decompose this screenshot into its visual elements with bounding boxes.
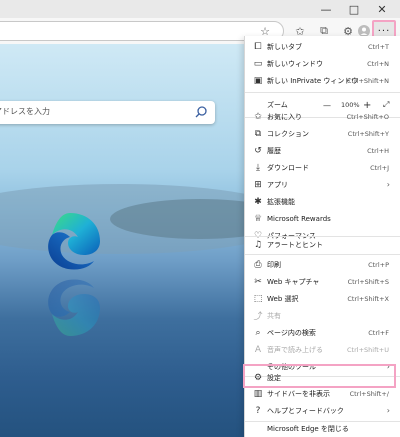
menu-label: 履歴	[267, 146, 281, 155]
menu-shortcut: Ctrl+N	[367, 59, 389, 68]
extensions-icon: ✱	[254, 196, 262, 207]
menu-close-edge[interactable]: Microsoft Edge を閉じる	[245, 420, 400, 437]
menu-divider	[245, 254, 400, 255]
menu-label: Web 選択	[267, 294, 299, 303]
menu-share: ⤴ 共有	[245, 307, 400, 324]
menu-label: 新しい InPrivate ウィンドウ	[267, 76, 359, 85]
menu-label: 拡張機能	[267, 197, 295, 206]
search-placeholder: アドレスを入力	[0, 107, 50, 116]
collections-icon: ⧉	[254, 128, 262, 139]
help-icon: ?	[255, 405, 261, 416]
menu-label: アプリ	[267, 180, 288, 189]
menu-label: ダウンロード	[267, 163, 309, 172]
new-window-icon: ▭	[253, 58, 263, 69]
sidebar-icon: ▥	[253, 388, 263, 399]
inprivate-icon: ▣	[253, 75, 263, 86]
close-button[interactable]: ✕	[368, 0, 396, 18]
menu-label: 新しいウィンドウ	[267, 59, 323, 68]
menu-label: Microsoft Rewards	[267, 214, 331, 223]
menu-apps[interactable]: ⊞ アプリ ›	[245, 176, 400, 193]
menu-extensions[interactable]: ✱ 拡張機能	[245, 193, 400, 210]
download-icon: ⤓	[256, 162, 260, 173]
chevron-right-icon: ›	[386, 406, 390, 415]
menu-microsoft-rewards[interactable]: ♕ Microsoft Rewards	[245, 210, 400, 227]
minimize-button[interactable]: —	[312, 0, 340, 18]
menu-shortcut: Ctrl+Shift+S	[347, 277, 389, 286]
title-bar: — □ ✕	[0, 0, 400, 18]
printer-icon: ⎙	[254, 259, 262, 270]
web-select-icon: ⬚	[253, 293, 263, 304]
edge-logo	[48, 213, 100, 270]
settings-highlight-frame	[243, 364, 396, 388]
share-icon: ⤴	[253, 312, 263, 322]
menu-find-on-page[interactable]: ⌕ ページ内の検索 Ctrl+F	[245, 324, 400, 341]
new-tab-page: アドレスを入力	[0, 44, 244, 437]
menu-downloads[interactable]: ⤓ ダウンロード Ctrl+J	[245, 159, 400, 176]
find-icon: ⌕	[255, 327, 261, 338]
menu-label: Web キャプチャ	[267, 277, 320, 286]
favorites-icon: ✩	[254, 111, 262, 122]
menu-label: ヘルプとフィードバック	[267, 406, 344, 415]
menu-collections[interactable]: ⧉ コレクション Ctrl+Shift+Y	[245, 125, 400, 142]
menu-shortcut: Ctrl+J	[370, 163, 389, 172]
menu-new-inprivate-window[interactable]: ▣ 新しい InPrivate ウィンドウ Ctrl+Shift+N	[245, 72, 400, 89]
menu-label: ページ内の検索	[267, 328, 316, 337]
menu-label: お気に入り	[267, 112, 302, 121]
menu-shortcut: Ctrl+Shift+N	[346, 76, 389, 85]
menu-shortcut: Ctrl+Shift+/	[349, 389, 389, 398]
new-tab-icon: ⧠	[254, 41, 262, 52]
menu-shortcut: Ctrl+Shift+Y	[347, 129, 389, 138]
menu-web-capture[interactable]: ✂ Web キャプチャ Ctrl+Shift+S	[245, 273, 400, 290]
menu-history[interactable]: ↺ 履歴 Ctrl+H	[245, 142, 400, 159]
chevron-right-icon: ›	[386, 180, 390, 189]
menu-new-tab[interactable]: ⧠ 新しいタブ Ctrl+T	[245, 38, 400, 55]
menu-alerts-and-tips[interactable]: ♫ アラートとヒント	[245, 236, 400, 253]
menu-divider	[245, 92, 400, 93]
menu-shortcut: Ctrl+H	[367, 146, 389, 155]
apps-icon: ⊞	[254, 179, 262, 190]
maximize-button[interactable]: □	[340, 0, 368, 18]
menu-label: 共有	[267, 311, 281, 320]
edge-logo-reflection	[48, 279, 100, 336]
menu-new-window[interactable]: ▭ 新しいウィンドウ Ctrl+N	[245, 55, 400, 72]
menu-shortcut: Ctrl+T	[368, 42, 389, 51]
menu-label: 新しいタブ	[267, 42, 302, 51]
menu-label: Microsoft Edge を閉じる	[267, 424, 349, 433]
search-box[interactable]: アドレスを入力	[0, 101, 215, 124]
menu-favorites[interactable]: ✩ お気に入り Ctrl+Shift+O	[245, 108, 400, 125]
read-aloud-icon: A	[254, 344, 262, 355]
menu-shortcut: Ctrl+F	[368, 328, 389, 337]
menu-read-aloud: A 音声で読み上げる Ctrl+Shift+U	[245, 341, 400, 358]
bell-icon: ♫	[253, 239, 263, 250]
menu-label: アラートとヒント	[267, 240, 323, 249]
history-icon: ↺	[254, 145, 262, 156]
rewards-icon: ♕	[253, 213, 263, 224]
menu-label: コレクション	[267, 129, 309, 138]
address-bar[interactable]: ☆	[0, 21, 284, 41]
menu-print[interactable]: ⎙ 印刷 Ctrl+P	[245, 256, 400, 273]
web-capture-icon: ✂	[254, 276, 262, 287]
menu-shortcut: Ctrl+Shift+U	[347, 345, 389, 354]
menu-shortcut: Ctrl+Shift+O	[346, 112, 389, 121]
menu-shortcut: Ctrl+P	[368, 260, 389, 269]
menu-label: 音声で読み上げる	[267, 345, 323, 354]
menu-label: 印刷	[267, 260, 281, 269]
menu-shortcut: Ctrl+Shift+X	[347, 294, 389, 303]
menu-label: サイドバーを非表示	[267, 389, 330, 398]
menu-help-and-feedback[interactable]: ? ヘルプとフィードバック ›	[245, 402, 400, 419]
search-icon[interactable]	[194, 105, 208, 119]
menu-web-select[interactable]: ⬚ Web 選択 Ctrl+Shift+X	[245, 290, 400, 307]
